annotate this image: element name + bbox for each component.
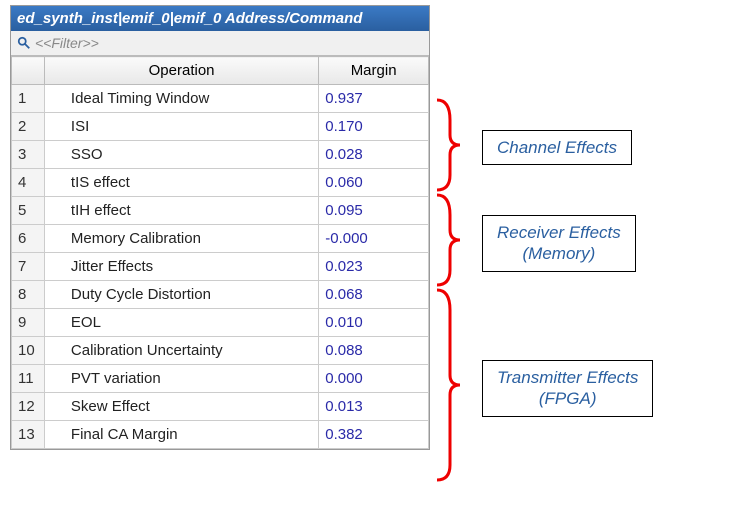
margin-cell: 0.088 xyxy=(319,337,429,365)
search-icon xyxy=(17,36,31,50)
operation-cell: Skew Effect xyxy=(44,393,318,421)
annotation-layer: Channel Effects Receiver Effects (Memory… xyxy=(432,95,732,505)
margin-cell: -0.000 xyxy=(319,225,429,253)
report-panel: ed_synth_inst|emif_0|emif_0 Address/Comm… xyxy=(10,5,430,450)
operation-cell: PVT variation xyxy=(44,365,318,393)
margin-cell: 0.000 xyxy=(319,365,429,393)
operation-cell: SSO xyxy=(44,141,318,169)
margin-cell: 0.028 xyxy=(319,141,429,169)
anno-receiver: Receiver Effects (Memory) xyxy=(482,215,636,272)
table-row[interactable]: 2ISI0.170 xyxy=(12,113,429,141)
margin-cell: 0.013 xyxy=(319,393,429,421)
table-row[interactable]: 5tIH effect0.095 xyxy=(12,197,429,225)
margin-cell: 0.010 xyxy=(319,309,429,337)
margin-cell: 0.095 xyxy=(319,197,429,225)
operation-cell: Final CA Margin xyxy=(44,421,318,449)
margin-cell: 0.060 xyxy=(319,169,429,197)
margin-cell: 0.023 xyxy=(319,253,429,281)
anno-transmitter-l1: Transmitter Effects xyxy=(497,368,638,387)
table-row[interactable]: 13Final CA Margin0.382 xyxy=(12,421,429,449)
row-number: 1 xyxy=(12,85,45,113)
table-row[interactable]: 6Memory Calibration-0.000 xyxy=(12,225,429,253)
margin-cell: 0.068 xyxy=(319,281,429,309)
operation-cell: ISI xyxy=(44,113,318,141)
col-header-operation[interactable]: Operation xyxy=(44,57,318,85)
table-row[interactable]: 4tIS effect0.060 xyxy=(12,169,429,197)
row-number: 5 xyxy=(12,197,45,225)
margin-cell: 0.170 xyxy=(319,113,429,141)
table-row[interactable]: 10Calibration Uncertainty0.088 xyxy=(12,337,429,365)
anno-receiver-l1: Receiver Effects xyxy=(497,223,621,242)
table-row[interactable]: 12Skew Effect0.013 xyxy=(12,393,429,421)
table-row[interactable]: 1Ideal Timing Window0.937 xyxy=(12,85,429,113)
anno-channel: Channel Effects xyxy=(482,130,632,165)
filter-input[interactable]: <<Filter>> xyxy=(35,35,99,51)
row-number: 7 xyxy=(12,253,45,281)
operation-cell: tIS effect xyxy=(44,169,318,197)
margin-table: Operation Margin 1Ideal Timing Window0.9… xyxy=(11,56,429,449)
row-number: 2 xyxy=(12,113,45,141)
col-header-rownum[interactable] xyxy=(12,57,45,85)
table-row[interactable]: 7Jitter Effects0.023 xyxy=(12,253,429,281)
row-number: 6 xyxy=(12,225,45,253)
operation-cell: Calibration Uncertainty xyxy=(44,337,318,365)
operation-cell: Ideal Timing Window xyxy=(44,85,318,113)
row-number: 10 xyxy=(12,337,45,365)
title-bar: ed_synth_inst|emif_0|emif_0 Address/Comm… xyxy=(11,6,429,31)
operation-cell: Jitter Effects xyxy=(44,253,318,281)
row-number: 4 xyxy=(12,169,45,197)
operation-cell: Duty Cycle Distortion xyxy=(44,281,318,309)
col-header-margin[interactable]: Margin xyxy=(319,57,429,85)
anno-receiver-l2: (Memory) xyxy=(523,244,596,263)
row-number: 8 xyxy=(12,281,45,309)
table-row[interactable]: 11PVT variation0.000 xyxy=(12,365,429,393)
row-number: 11 xyxy=(12,365,45,393)
anno-transmitter-l2: (FPGA) xyxy=(539,389,597,408)
operation-cell: tIH effect xyxy=(44,197,318,225)
row-number: 3 xyxy=(12,141,45,169)
table-row[interactable]: 3SSO0.028 xyxy=(12,141,429,169)
table-row[interactable]: 8Duty Cycle Distortion0.068 xyxy=(12,281,429,309)
anno-transmitter: Transmitter Effects (FPGA) xyxy=(482,360,653,417)
row-number: 13 xyxy=(12,421,45,449)
margin-cell: 0.937 xyxy=(319,85,429,113)
margin-cell: 0.382 xyxy=(319,421,429,449)
row-number: 9 xyxy=(12,309,45,337)
operation-cell: EOL xyxy=(44,309,318,337)
operation-cell: Memory Calibration xyxy=(44,225,318,253)
filter-bar[interactable]: <<Filter>> xyxy=(11,31,429,56)
table-row[interactable]: 9EOL0.010 xyxy=(12,309,429,337)
row-number: 12 xyxy=(12,393,45,421)
